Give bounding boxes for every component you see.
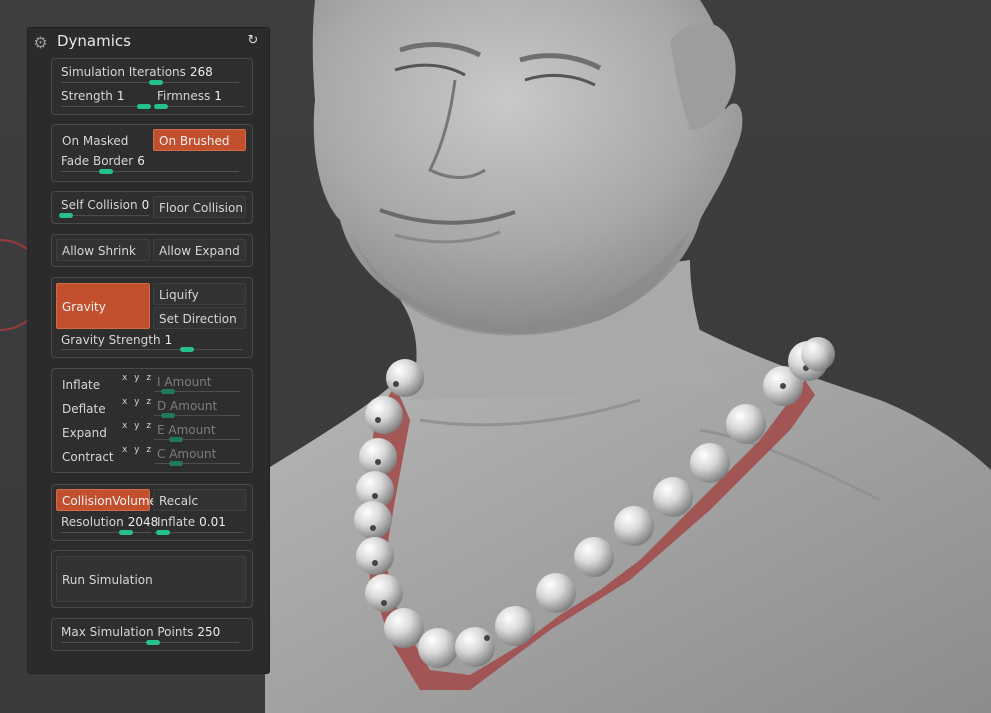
deform-group: Inflate x y z I Amount Deflate x y z D A… xyxy=(51,368,253,473)
gravity-strength-value: 1 xyxy=(164,333,173,347)
firmness-track[interactable] xyxy=(154,104,244,109)
d-amount-track[interactable] xyxy=(154,413,240,418)
panel-header[interactable]: ⚙ Dynamics ↻ xyxy=(28,28,269,56)
dynamics-panel: ⚙ Dynamics ↻ Simulation Iterations 268 St… xyxy=(28,28,269,673)
max-simulation-points-slider[interactable]: Max Simulation Points 250 xyxy=(61,625,220,639)
simulation-group: Simulation Iterations 268 Strength 1 Firmn… xyxy=(51,58,253,115)
max-simulation-points-value: 250 xyxy=(197,625,221,639)
expand-xyz-axes[interactable]: x y z xyxy=(122,421,153,431)
inflate-volume-slider[interactable]: Inflate 0.01 xyxy=(157,515,226,529)
strength-slider[interactable]: Strength 1 xyxy=(61,89,125,103)
self-collision-value: 0 xyxy=(141,198,150,212)
max-points-group: Max Simulation Points 250 xyxy=(51,618,253,651)
max-simulation-points-track[interactable] xyxy=(61,640,239,645)
gravity-strength-track[interactable] xyxy=(61,347,243,352)
i-amount-track[interactable] xyxy=(154,389,240,394)
firmness-value: 1 xyxy=(214,89,222,103)
i-amount-thumb[interactable] xyxy=(161,389,175,394)
liquify-button[interactable]: Liquify xyxy=(153,283,246,305)
fade-border-slider[interactable]: Fade Border 6 xyxy=(61,154,145,168)
i-amount-label: I Amount xyxy=(157,375,212,389)
strength-value: 1 xyxy=(116,89,125,103)
self-collision-slider[interactable]: Self Collision 0 xyxy=(61,198,149,212)
floor-collision-button[interactable]: Floor Collision xyxy=(153,196,246,218)
run-simulation-group: Run Simulation xyxy=(51,550,253,608)
contract-xyz-axes[interactable]: x y z xyxy=(122,445,153,455)
simulation-iterations-thumb[interactable] xyxy=(149,80,163,85)
set-direction-button[interactable]: Set Direction xyxy=(153,307,246,329)
simulation-iterations-track[interactable] xyxy=(61,80,239,85)
gear-icon: ⚙ xyxy=(33,33,48,52)
collision-volume-button[interactable]: CollisionVolume xyxy=(56,489,157,511)
resolution-label: Resolution xyxy=(61,515,124,529)
fade-border-thumb[interactable] xyxy=(99,169,113,174)
deflate-xyz-axes[interactable]: x y z xyxy=(122,397,153,407)
panel-title: Dynamics xyxy=(57,32,131,50)
self-collision-track[interactable] xyxy=(59,213,149,218)
simulation-iterations-slider[interactable]: Simulation Iterations 268 xyxy=(61,65,213,79)
refresh-icon[interactable]: ↻ xyxy=(246,34,260,48)
e-amount-label: E Amount xyxy=(157,423,216,437)
e-amount-track[interactable] xyxy=(154,437,240,442)
self-collision-thumb[interactable] xyxy=(59,213,73,218)
inflate-volume-label: Inflate xyxy=(157,515,196,529)
d-amount-label: D Amount xyxy=(157,399,218,413)
inflate-xyz-axes[interactable]: x y z xyxy=(122,373,153,383)
resolution-track[interactable] xyxy=(61,530,151,535)
gravity-button[interactable]: Gravity xyxy=(56,283,150,329)
firmness-slider[interactable]: Firmness 1 xyxy=(157,89,222,103)
strength-label: Strength xyxy=(61,89,113,103)
inflate-volume-track[interactable] xyxy=(154,530,244,535)
firmness-label: Firmness xyxy=(157,89,211,103)
fade-border-label: Fade Border xyxy=(61,154,134,168)
firmness-thumb[interactable] xyxy=(154,104,168,109)
c-amount-track[interactable] xyxy=(154,461,240,466)
inflate-volume-thumb[interactable] xyxy=(156,530,170,535)
resolution-slider[interactable]: Resolution 2048 xyxy=(61,515,158,529)
resolution-thumb[interactable] xyxy=(119,530,133,535)
masking-group: On Masked On Brushed Fade Border 6 xyxy=(51,124,253,182)
recalc-button[interactable]: Recalc xyxy=(153,489,246,511)
c-amount-label: C Amount xyxy=(157,447,217,461)
gravity-group: Gravity Liquify Set Direction Gravity St… xyxy=(51,277,253,358)
fade-border-track[interactable] xyxy=(61,169,239,174)
shrink-expand-group: Allow Shrink Allow Expand xyxy=(51,234,253,267)
gravity-strength-thumb[interactable] xyxy=(180,347,194,352)
fade-border-value: 6 xyxy=(137,154,145,168)
resolution-value: 2048 xyxy=(127,515,159,529)
collision-group: Self Collision 0 Floor Collision xyxy=(51,191,253,224)
strength-track[interactable] xyxy=(61,104,151,109)
d-amount-thumb[interactable] xyxy=(161,413,175,418)
on-brushed-button[interactable]: On Brushed xyxy=(153,129,246,151)
gravity-strength-label: Gravity Strength xyxy=(61,333,161,347)
collision-volume-group: CollisionVolume Recalc Resolution 2048 In… xyxy=(51,484,253,541)
simulation-iterations-label: Simulation Iterations xyxy=(61,65,186,79)
self-collision-label: Self Collision xyxy=(61,198,138,212)
allow-shrink-button[interactable]: Allow Shrink xyxy=(56,239,150,261)
strength-thumb[interactable] xyxy=(137,104,151,109)
simulation-iterations-value: 268 xyxy=(189,65,213,79)
e-amount-thumb[interactable] xyxy=(169,437,183,442)
inflate-volume-value: 0.01 xyxy=(199,515,226,529)
allow-expand-button[interactable]: Allow Expand xyxy=(153,239,246,261)
c-amount-thumb[interactable] xyxy=(169,461,183,466)
run-simulation-button[interactable]: Run Simulation xyxy=(56,556,246,602)
gravity-strength-slider[interactable]: Gravity Strength 1 xyxy=(61,333,172,347)
max-simulation-points-label: Max Simulation Points xyxy=(61,625,194,639)
max-simulation-points-thumb[interactable] xyxy=(146,640,160,645)
on-masked-button[interactable]: On Masked xyxy=(56,129,150,151)
